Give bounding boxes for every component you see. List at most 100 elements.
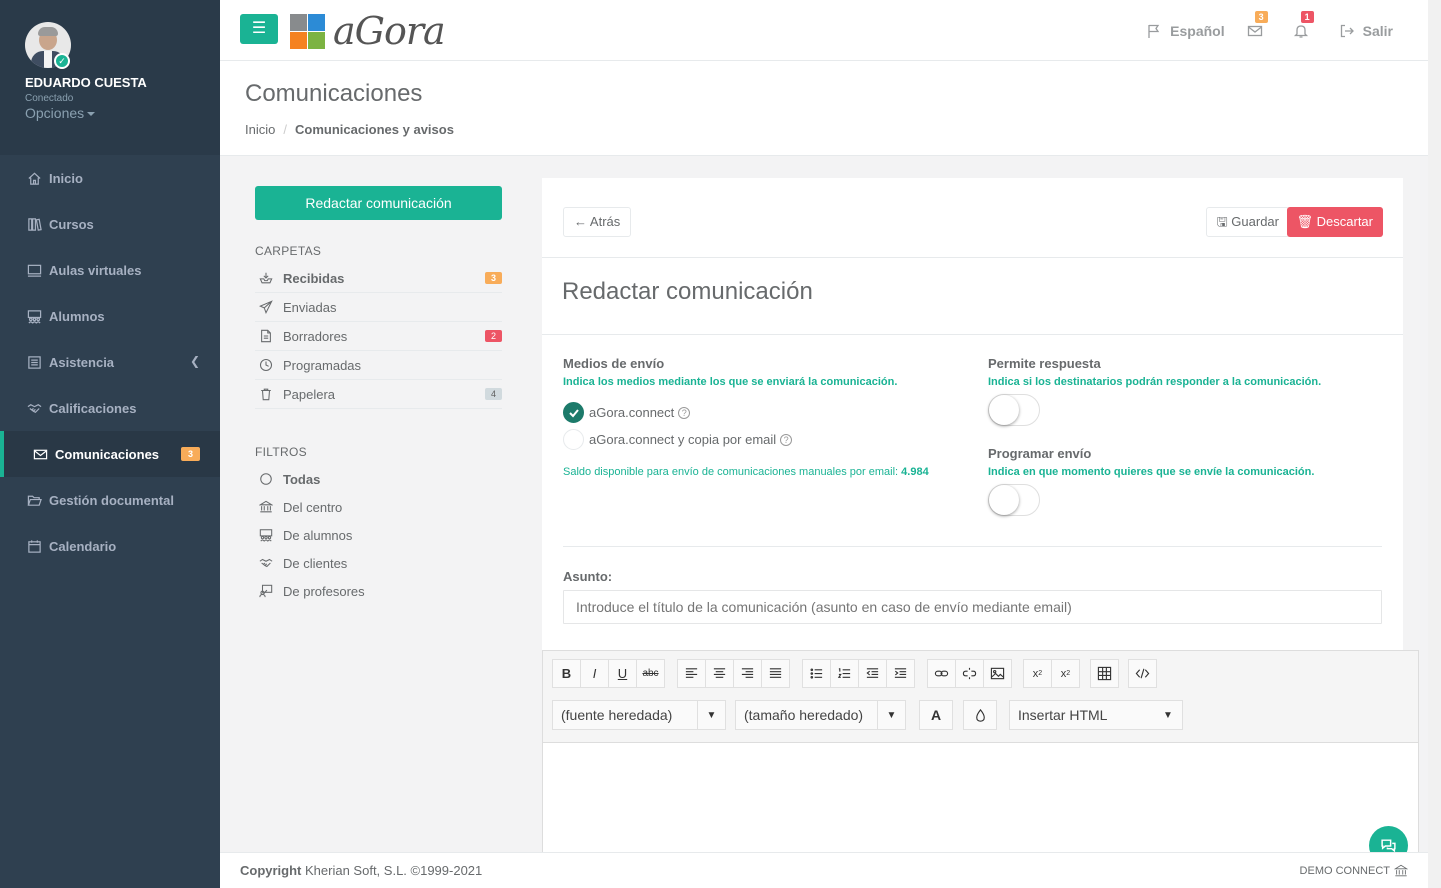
back-button[interactable]: ← Atrás xyxy=(563,207,632,237)
user-options-dropdown[interactable]: Opciones xyxy=(25,105,195,121)
user-name: EDUARDO CUESTA xyxy=(25,75,147,90)
file-icon xyxy=(257,329,275,343)
nav-item-comunicaciones[interactable]: Comunicaciones 3 xyxy=(0,431,220,477)
nav-item-inicio[interactable]: Inicio xyxy=(0,155,220,201)
dropdown-arrow-icon: ▼ xyxy=(1163,709,1173,721)
filter-del-centro[interactable]: Del centro xyxy=(255,493,502,521)
list-group xyxy=(802,659,915,688)
help-icon[interactable]: ? xyxy=(678,406,691,419)
students-icon xyxy=(257,528,275,542)
background-color-button[interactable] xyxy=(963,700,997,730)
messages-button[interactable]: 3 xyxy=(1247,10,1271,39)
font-family-select[interactable]: (fuente heredada) ▼ xyxy=(552,700,726,730)
filter-todas[interactable]: Todas xyxy=(255,465,502,493)
editor-content-area[interactable] xyxy=(543,743,1418,853)
align-justify-button[interactable] xyxy=(761,659,790,688)
filter-de-clientes[interactable]: De clientes xyxy=(255,549,502,577)
rich-text-editor: B I U abc x2 x2 (fuente heredada) ▼ (tam… xyxy=(542,650,1419,855)
breadcrumb: Inicio / Comunicaciones y avisos xyxy=(245,122,454,137)
insert-group xyxy=(927,659,1012,688)
subject-input[interactable] xyxy=(563,590,1382,624)
discard-button[interactable]: 🗑 Descartar xyxy=(1286,207,1383,237)
reply-toggle[interactable] xyxy=(988,394,1040,426)
hamburger-menu-button[interactable]: ☰ xyxy=(240,14,278,44)
outdent-icon xyxy=(866,668,879,678)
folder-borradores[interactable]: Borradores 2 xyxy=(255,322,502,351)
permite-respuesta-section: Permite respuesta Indica si los destinat… xyxy=(988,356,1321,516)
messages-count-badge: 3 xyxy=(1254,10,1268,23)
monitor-icon xyxy=(25,263,43,278)
radio-unchecked[interactable] xyxy=(563,429,584,450)
caret-down-icon xyxy=(87,112,96,117)
text-style-group: B I U abc xyxy=(552,659,665,688)
link-icon xyxy=(934,670,949,677)
filter-de-alumnos[interactable]: De alumnos xyxy=(255,521,502,549)
calendar-icon xyxy=(25,539,43,554)
source-code-button[interactable] xyxy=(1128,659,1157,688)
save-button[interactable]: 🖫 Guardar xyxy=(1205,207,1290,237)
folder-recibidas[interactable]: Recibidas 3 xyxy=(255,264,502,293)
font-size-select[interactable]: (tamaño heredado) ▼ xyxy=(735,700,906,730)
nav-item-calendario[interactable]: Calendario xyxy=(0,523,220,569)
clock-icon xyxy=(257,358,275,372)
help-icon[interactable]: ? xyxy=(780,433,793,446)
option-agora-connect-email[interactable]: aGora.connect y copia por email ? xyxy=(563,429,929,450)
brand-logo[interactable]: aGora xyxy=(290,9,446,53)
font-color-button[interactable]: A xyxy=(919,700,953,730)
nav-badge-unread: 3 xyxy=(180,447,200,461)
radio-checked[interactable] xyxy=(563,402,584,423)
trash-icon xyxy=(257,387,275,401)
unlink-button[interactable] xyxy=(955,659,984,688)
insert-html-select[interactable]: Insertar HTML ▼ xyxy=(1009,700,1183,730)
nav-item-cursos[interactable]: Cursos xyxy=(0,201,220,247)
filter-de-profesores[interactable]: De profesores xyxy=(255,577,502,605)
link-button[interactable] xyxy=(927,659,956,688)
align-left-button[interactable] xyxy=(677,659,706,688)
folders-title: CARPETAS xyxy=(255,244,322,258)
strikethrough-button[interactable]: abc xyxy=(636,659,665,688)
subscript-button[interactable]: x2 xyxy=(1023,659,1052,688)
filter-list: Todas Del centro De alumnos De clientes … xyxy=(255,465,502,605)
nav-item-aulas-virtuales[interactable]: Aulas virtuales xyxy=(0,247,220,293)
user-status: Conectado xyxy=(25,93,74,104)
folder-list: Recibidas 3 Enviadas Borradores 2 Progra… xyxy=(255,264,502,409)
language-selector[interactable]: Español xyxy=(1146,23,1225,39)
superscript-button[interactable]: x2 xyxy=(1051,659,1080,688)
align-left-icon xyxy=(685,668,698,678)
email-balance: Saldo disponible para envío de comunicac… xyxy=(563,466,929,478)
bold-button[interactable]: B xyxy=(552,659,581,688)
folder-enviadas[interactable]: Enviadas xyxy=(255,293,502,322)
list-icon xyxy=(25,355,43,370)
page-scrollbar[interactable] xyxy=(1428,0,1441,888)
institution-icon xyxy=(257,500,275,514)
brand-name: aGora xyxy=(333,9,446,53)
nav-item-asistencia[interactable]: Asistencia ❮ xyxy=(0,339,220,385)
nav-item-calificaciones[interactable]: Calificaciones xyxy=(0,385,220,431)
table-button[interactable] xyxy=(1090,659,1119,688)
bullet-list-icon xyxy=(810,668,823,679)
schedule-toggle[interactable] xyxy=(988,484,1040,516)
align-center-button[interactable] xyxy=(705,659,734,688)
compose-button[interactable]: Redactar comunicación xyxy=(255,186,502,220)
folder-programadas[interactable]: Programadas xyxy=(255,351,502,380)
logout-button[interactable]: Salir xyxy=(1339,23,1393,39)
notifications-button[interactable]: 1 xyxy=(1293,10,1317,39)
outdent-button[interactable] xyxy=(858,659,887,688)
option-agora-connect[interactable]: aGora.connect ? xyxy=(563,402,929,423)
font-color-icon: A xyxy=(930,707,942,723)
folder-badge: 4 xyxy=(484,388,502,400)
folder-papelera[interactable]: Papelera 4 xyxy=(255,380,502,409)
align-right-button[interactable] xyxy=(733,659,762,688)
books-icon xyxy=(25,217,43,232)
underline-button[interactable]: U xyxy=(608,659,637,688)
indent-button[interactable] xyxy=(886,659,915,688)
italic-button[interactable]: I xyxy=(580,659,609,688)
image-button[interactable] xyxy=(983,659,1012,688)
table-group xyxy=(1090,659,1119,688)
numbered-list-button[interactable] xyxy=(830,659,859,688)
bullet-list-button[interactable] xyxy=(802,659,831,688)
nav-item-alumnos[interactable]: Alumnos xyxy=(0,293,220,339)
nav-item-gestion-documental[interactable]: Gestión documental xyxy=(0,477,220,523)
breadcrumb-home-link[interactable]: Inicio xyxy=(245,122,275,137)
chevron-left-icon: ❮ xyxy=(189,354,200,368)
